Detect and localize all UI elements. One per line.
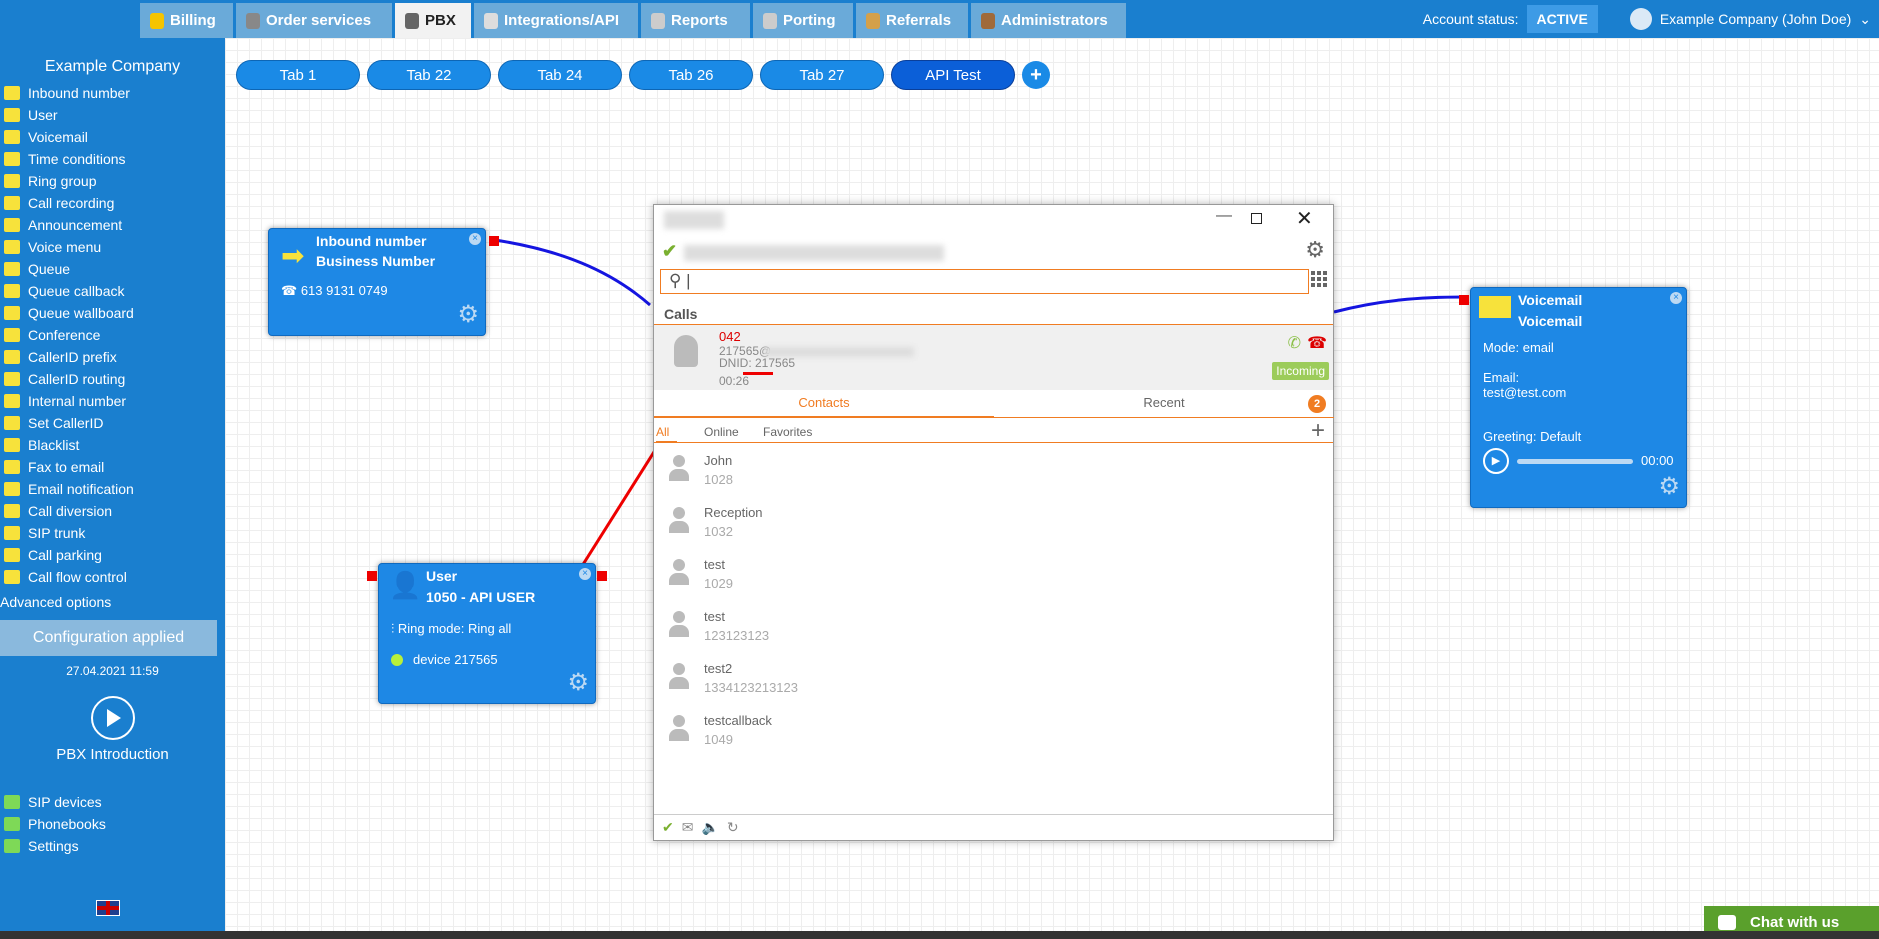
call-number: 042 [719, 329, 741, 344]
status-online-icon[interactable]: ✔ [662, 819, 674, 836]
node-title: Inbound number [316, 233, 427, 249]
device-label: device [413, 652, 451, 667]
filter-all[interactable]: All [656, 425, 678, 443]
voicemail-mode: Mode: email [1483, 340, 1554, 355]
caller-avatar-icon [674, 335, 698, 367]
answer-call-icon[interactable]: ✆ [1288, 333, 1301, 353]
call-dnid: DNID: 217565 [719, 356, 796, 370]
call-duration: 00:26 [719, 374, 750, 388]
filter-favorites[interactable]: Favorites [763, 425, 812, 439]
add-contact-icon[interactable]: + [1311, 417, 1325, 445]
settings-gear-icon[interactable]: ⚙ [1305, 237, 1325, 263]
minimize-button[interactable]: — [1209, 207, 1239, 225]
greeting-play-button[interactable]: ▶ [1483, 448, 1509, 474]
contact-name: test2 [704, 661, 733, 676]
output-port[interactable] [489, 236, 499, 246]
output-port[interactable] [597, 571, 607, 581]
account-redacted [684, 245, 944, 261]
contact-name: test [704, 609, 725, 624]
contact-number: 1032 [704, 524, 733, 539]
contact-name: John [704, 453, 733, 468]
contact-number: 1028 [704, 472, 733, 487]
contact-avatar-icon [668, 611, 690, 641]
ring-mode: Ring mode: Ring all [397, 621, 512, 636]
device-id: 217565 [454, 652, 498, 667]
close-window-button[interactable]: ✕ [1296, 206, 1313, 231]
online-status-dot [391, 653, 403, 666]
dialpad-icon[interactable] [1311, 271, 1327, 289]
contact-item[interactable]: test 1029 [654, 549, 1333, 601]
tab-recent[interactable]: Recent [994, 390, 1334, 418]
close-icon[interactable]: × [469, 233, 481, 245]
user-node[interactable]: 👤 User 1050 - API USER ⫶ Ring mode: Ring… [367, 563, 607, 704]
node-subtitle: Voicemail [1518, 313, 1583, 329]
contact-avatar-icon [668, 559, 690, 589]
phone-icon: ☎ [281, 283, 301, 298]
contact-number: 1334123213123 [704, 680, 798, 695]
call-status-badge: Incoming [1272, 362, 1329, 380]
call-row[interactable]: 042 217565@ DNID: 217565 00:26 ✆ ☎ Incom… [654, 324, 1333, 390]
node-title: Voicemail [1518, 292, 1583, 308]
contact-avatar-icon [668, 715, 690, 745]
node-subtitle: 1050 - API USER [426, 589, 536, 605]
call-forward-icon[interactable]: ↻ [727, 819, 739, 836]
greeting-time: 00:00 [1641, 453, 1674, 468]
close-icon[interactable]: × [579, 568, 591, 580]
contact-name: test [704, 557, 725, 572]
tab-contacts[interactable]: Contacts [654, 390, 994, 418]
contact-item[interactable]: test 123123123 [654, 601, 1333, 653]
filter-online[interactable]: Online [704, 425, 739, 439]
hangup-call-icon[interactable]: ☎ [1307, 333, 1327, 353]
contact-avatar-icon [668, 507, 690, 537]
search-input[interactable]: ⚲ | [660, 269, 1309, 294]
contact-avatar-icon [668, 455, 690, 485]
user-icon: 👤 [389, 570, 422, 600]
maximize-button[interactable] [1251, 213, 1262, 224]
ring-mode-icon: ⫶ [391, 621, 398, 636]
greeting-progress-slider[interactable] [1517, 459, 1633, 464]
contact-item[interactable]: testcallback 1049 [654, 705, 1333, 757]
calls-heading: Calls [664, 306, 698, 322]
arrow-right-icon: ➡ [281, 240, 305, 271]
contact-item[interactable]: test2 1334123213123 [654, 653, 1333, 705]
voicemail-email: test@test.com [1483, 385, 1567, 400]
voicemail-node[interactable]: Voicemail Voicemail Mode: email Email: t… [1459, 287, 1687, 508]
chat-label: Chat with us [1750, 914, 1840, 931]
contact-number: 1049 [704, 732, 733, 747]
inbound-phone-number: 613 9131 0749 [300, 283, 388, 298]
taskbar-edge [0, 931, 1879, 939]
contact-number: 1029 [704, 576, 733, 591]
gear-icon[interactable]: ⚙ [457, 300, 479, 329]
connection-to-voicemail [1333, 295, 1466, 314]
contact-item[interactable]: Reception 1032 [654, 497, 1333, 549]
voicemail-icon[interactable]: ✉ [682, 819, 694, 836]
greeting: Greeting: Default [1483, 429, 1582, 444]
contact-item[interactable]: John 1028 [654, 445, 1333, 497]
contact-number: 123123123 [704, 628, 770, 643]
speaker-icon[interactable]: 🔈 [701, 819, 718, 836]
gear-icon[interactable]: ⚙ [567, 668, 589, 697]
envelope-icon [1479, 296, 1511, 318]
window-title-redacted [664, 211, 724, 229]
node-subtitle: Business Number [316, 253, 436, 269]
contact-avatar-icon [668, 663, 690, 693]
recent-count-badge: 2 [1308, 395, 1326, 413]
gear-icon[interactable]: ⚙ [1658, 472, 1680, 501]
softphone-window: — ✕ ✔ ⚙ ⚲ | Calls 042 217565@ DNID: 2175… [653, 204, 1334, 841]
connection-inbound-to-softphone [494, 238, 651, 307]
chat-bubble-icon [1718, 915, 1736, 930]
input-port[interactable] [367, 571, 377, 581]
close-icon[interactable]: × [1670, 292, 1682, 304]
input-port[interactable] [1459, 295, 1469, 305]
contact-name: testcallback [704, 713, 772, 728]
email-label: Email: [1483, 370, 1520, 385]
registered-check-icon: ✔ [662, 241, 678, 261]
node-title: User [426, 568, 458, 584]
inbound-number-node[interactable]: ➡ Inbound number Business Number ☎ 613 9… [268, 228, 499, 336]
contact-name: Reception [704, 505, 763, 520]
